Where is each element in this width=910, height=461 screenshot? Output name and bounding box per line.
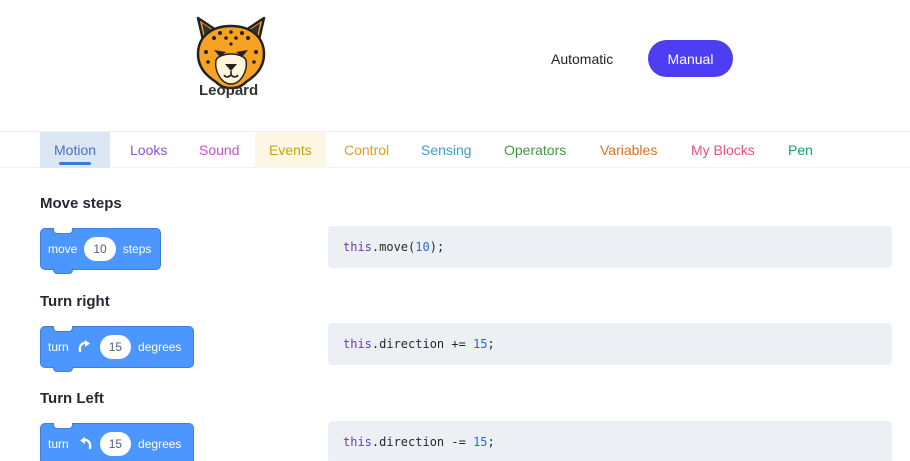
code-keyword: this (343, 435, 372, 449)
tab-sound[interactable]: Sound (185, 132, 253, 168)
move-steps-code: this.move(10); (328, 226, 892, 268)
category-tabs: Motion Looks Sound Events Control Sensin… (0, 131, 910, 168)
tab-motion[interactable]: Motion (40, 132, 111, 168)
tab-pen[interactable]: Pen (774, 132, 827, 168)
degrees-value-input[interactable]: 15 (99, 335, 132, 359)
block-label: turn (48, 340, 69, 354)
code-keyword: this (343, 337, 372, 351)
steps-value-input[interactable]: 10 (84, 237, 116, 261)
manual-mode-button[interactable]: Manual (648, 40, 733, 77)
section-title-turn-right: Turn right (40, 293, 110, 310)
tab-operators[interactable]: Operators (490, 132, 580, 168)
code-text: ; (487, 337, 495, 351)
degrees-value-input[interactable]: 15 (99, 432, 132, 456)
tab-looks[interactable]: Looks (116, 132, 181, 168)
section-title-turn-left: Turn Left (40, 390, 104, 407)
block-label: degrees (138, 437, 182, 451)
turn-right-code: this.direction += 15; (328, 323, 892, 365)
turn-left-code: this.direction -= 15; (328, 421, 892, 461)
logo-text: Leopard (199, 82, 259, 99)
code-number: 15 (473, 337, 488, 351)
tab-sensing[interactable]: Sensing (407, 132, 486, 168)
code-text: .direction += (371, 337, 474, 351)
code-text: ; (487, 435, 495, 449)
tab-control[interactable]: Control (330, 132, 403, 168)
rotate-right-icon (78, 340, 90, 353)
move-steps-block[interactable]: move 10 steps (40, 228, 161, 274)
tab-variables[interactable]: Variables (586, 132, 671, 168)
block-label: turn (48, 437, 69, 451)
tab-my-blocks[interactable]: My Blocks (677, 132, 769, 168)
section-title-move-steps: Move steps (40, 195, 122, 212)
turn-right-block[interactable]: turn 15 degrees (40, 326, 194, 372)
rotate-left-icon (79, 437, 92, 450)
header: Leopard Automatic Manual (0, 0, 910, 130)
code-number: 10 (415, 240, 430, 254)
code-text: .direction -= (371, 435, 474, 449)
code-text: ); (429, 240, 445, 254)
code-keyword: this (343, 240, 372, 254)
turn-left-block[interactable]: turn 15 degrees (40, 423, 194, 461)
automatic-mode-button[interactable]: Automatic (541, 41, 623, 77)
block-label: move (48, 242, 78, 256)
code-text: .move( (371, 240, 416, 254)
code-number: 15 (473, 435, 488, 449)
block-label: steps (122, 242, 152, 256)
tab-events[interactable]: Events (255, 132, 326, 168)
block-label: degrees (138, 340, 182, 354)
